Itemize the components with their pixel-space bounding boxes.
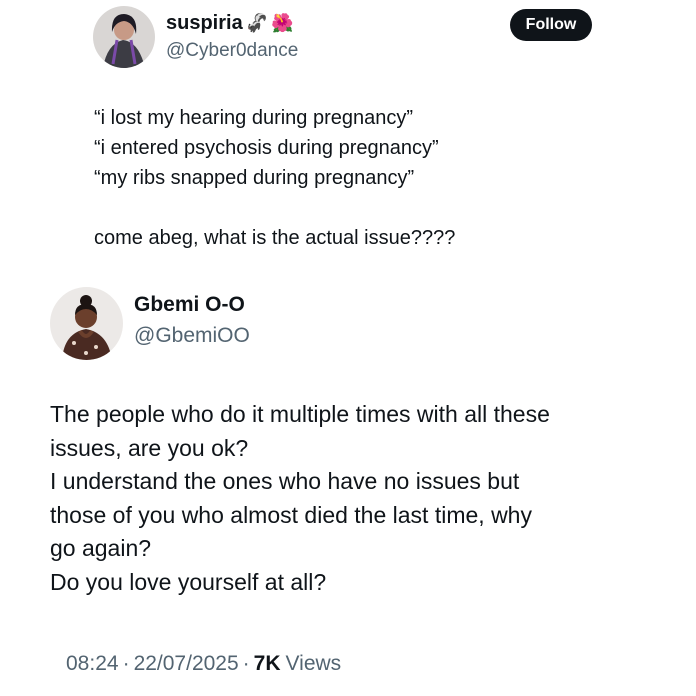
quoted-tweet-line: “i entered psychosis during pregnancy”: [94, 137, 439, 159]
skunk-emoji-icon: 🦨: [245, 13, 269, 33]
quoted-tweet-line: “my ribs snapped during pregnancy”: [94, 167, 415, 189]
tweet-text: The people who do it multiple times with…: [50, 398, 675, 599]
author-avatar[interactable]: [50, 287, 123, 360]
tweet-meta: 08:24 · 22/07/2025 · 7K Views: [66, 652, 341, 676]
quoted-author-handle[interactable]: @Cyber0dance: [166, 40, 298, 62]
quoted-tweet-blank-line: [94, 193, 614, 223]
views-count[interactable]: 7K: [254, 652, 281, 676]
meta-separator: ·: [122, 652, 130, 675]
quoted-tweet-text: “i lost my hearing during pregnancy” “i …: [94, 103, 614, 253]
tweet-line: Do you love yourself at all?: [50, 568, 327, 595]
tweet-line: I understand the ones who have no issues…: [50, 468, 520, 494]
tweet-date[interactable]: 22/07/2025: [134, 652, 239, 676]
author-name[interactable]: Gbemi O-O: [134, 293, 245, 317]
tweet-line: issues, are you ok?: [50, 434, 249, 461]
quoted-author-name[interactable]: suspiria: [166, 12, 243, 35]
tweet-line: go again?: [50, 535, 152, 561]
quoted-author-avatar[interactable]: [93, 6, 155, 68]
hibiscus-emoji-icon: 🌺: [271, 13, 294, 33]
follow-button[interactable]: Follow: [510, 9, 592, 41]
quoted-tweet-line: come abeg, what is the actual issue????: [94, 227, 456, 249]
author-handle[interactable]: @GbemiOO: [134, 324, 250, 348]
tweet-time[interactable]: 08:24: [66, 652, 119, 676]
tweet-line: The people who do it multiple times with…: [50, 401, 550, 427]
quoted-tweet-line: “i lost my hearing during pregnancy”: [94, 107, 414, 129]
meta-separator: ·: [242, 652, 250, 675]
tweet-line: those of you who almost died the last ti…: [50, 501, 532, 528]
views-label[interactable]: Views: [286, 652, 342, 676]
